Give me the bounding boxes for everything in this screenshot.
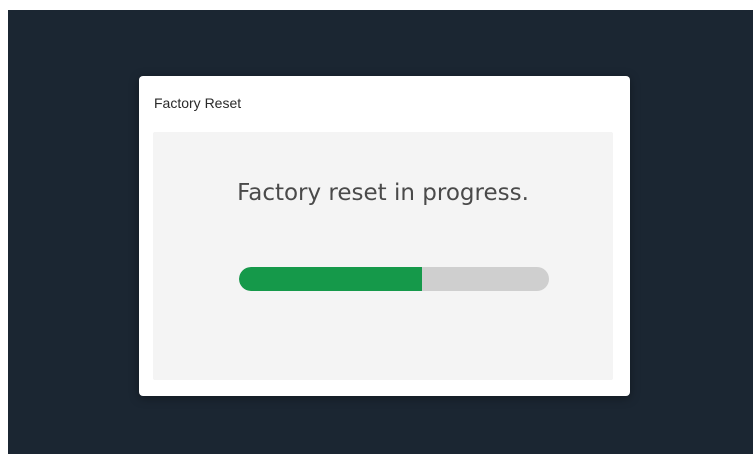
screen-background: Factory Reset Factory reset in progress. bbox=[8, 10, 753, 454]
progress-bar bbox=[239, 267, 549, 291]
factory-reset-dialog: Factory Reset Factory reset in progress. bbox=[139, 76, 630, 396]
dialog-title: Factory Reset bbox=[154, 95, 242, 111]
progress-message: Factory reset in progress. bbox=[237, 180, 529, 206]
dialog-body: Factory reset in progress. bbox=[153, 132, 613, 380]
progress-bar-fill bbox=[239, 267, 422, 291]
